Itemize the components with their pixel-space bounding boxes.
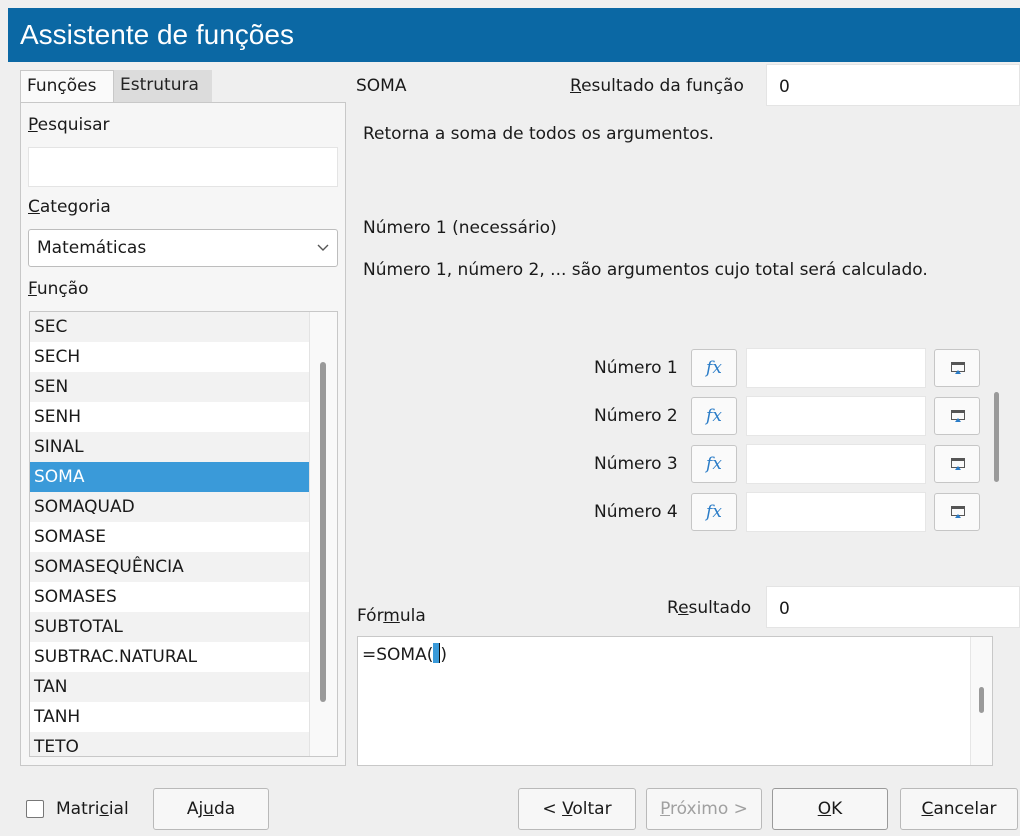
function-list[interactable]: SEC SECH SEN SENH SINAL SOMA SOMAQUAD SOMASE SOM… [29,311,338,757]
function-icon: fx [706,406,722,426]
search-input[interactable] [28,147,338,187]
function-icon: fx [706,502,722,522]
shrink-icon [951,410,965,422]
category-select[interactable]: Matemáticas [28,229,338,267]
ok-button[interactable]: OK [772,788,888,830]
formula-result-label: Resultado [667,598,752,618]
category-selected-value: Matemáticas [37,238,147,258]
argument-field-3[interactable] [746,444,926,484]
formula-scrollbar[interactable] [970,637,992,765]
window-title: Assistente de funções [8,8,1020,62]
function-result-field: 0 [766,64,1020,106]
argument-label-3: Número 3 [594,454,678,474]
function-list-item[interactable]: SINAL [30,432,311,462]
shrink-icon [951,506,965,518]
function-name: SOMA [356,76,407,96]
tab-functions[interactable]: Funções [20,70,114,102]
array-label[interactable]: Matricial [56,799,129,819]
function-list-scrollbar[interactable] [309,312,337,756]
argument-description: Número 1, número 2, ... são argumentos c… [363,260,928,280]
fx-button-2[interactable]: fx [691,397,737,435]
function-list-item[interactable]: SUBTOTAL [30,612,311,642]
formula-text: =SOMA() [362,643,447,665]
shrink-button-3[interactable] [934,445,980,483]
function-label: Função [28,279,89,299]
arguments-scrollbar[interactable] [989,342,1003,538]
function-list-item[interactable]: SUBTRAC.NATURAL [30,642,311,672]
shrink-button-2[interactable] [934,397,980,435]
function-list-item[interactable]: TAN [30,672,311,702]
function-list-scroll-thumb[interactable] [320,362,326,702]
next-button[interactable]: Próximo > [646,788,762,830]
category-label: Categoria [28,197,111,217]
functions-panel: Pesquisar Categoria Matemáticas Função S… [20,102,346,766]
formula-result-field: 0 [766,586,1020,628]
tab-structure[interactable]: Estrutura [114,70,212,102]
chevron-down-icon [317,244,329,251]
function-list-item[interactable]: SECH [30,342,311,372]
formula-scroll-thumb[interactable] [979,687,984,713]
function-list-item[interactable]: SOMA [30,462,311,492]
cancel-button[interactable]: Cancelar [900,788,1018,830]
fx-button-3[interactable]: fx [691,445,737,483]
function-result-label: Resultado da função [570,76,744,96]
formula-result-value: 0 [779,599,790,619]
argument-field-2[interactable] [746,396,926,436]
function-list-item[interactable]: SENH [30,402,311,432]
shrink-button-1[interactable] [934,349,980,387]
fx-button-1[interactable]: fx [691,349,737,387]
argument-label-1: Número 1 [594,358,678,378]
function-result-value: 0 [779,77,790,97]
search-label: Pesquisar [28,115,110,135]
shrink-icon [951,458,965,470]
fx-button-4[interactable]: fx [691,493,737,531]
function-list-item[interactable]: SOMASES [30,582,311,612]
shrink-button-4[interactable] [934,493,980,531]
function-icon: fx [706,454,722,474]
function-list-item[interactable]: TETO [30,732,311,756]
argument-label-4: Número 4 [594,502,678,522]
function-icon: fx [706,358,722,378]
shrink-icon [951,362,965,374]
formula-editor[interactable]: =SOMA() [357,636,993,766]
function-description: Retorna a soma de todos os argumentos. [363,124,714,144]
function-list-item[interactable]: TANH [30,702,311,732]
help-button[interactable]: Ajuda [153,788,269,830]
function-list-item[interactable]: SOMASE [30,522,311,552]
function-list-item[interactable]: SEN [30,372,311,402]
function-list-item[interactable]: SOMASEQUÊNCIA [30,552,311,582]
argument-field-1[interactable] [746,348,926,388]
function-list-item[interactable]: SEC [30,312,311,342]
function-wizard-dialog: Funções Estrutura Pesquisar Categoria Ma… [8,62,1020,836]
function-list-item[interactable]: SOMAQUAD [30,492,311,522]
argument-title: Número 1 (necessário) [363,218,557,238]
arguments-scroll-thumb[interactable] [994,392,999,482]
argument-label-2: Número 2 [594,406,678,426]
array-checkbox[interactable] [26,800,44,818]
argument-field-4[interactable] [746,492,926,532]
formula-label: Fórmula [357,606,426,626]
back-button[interactable]: < Voltar [518,788,636,830]
